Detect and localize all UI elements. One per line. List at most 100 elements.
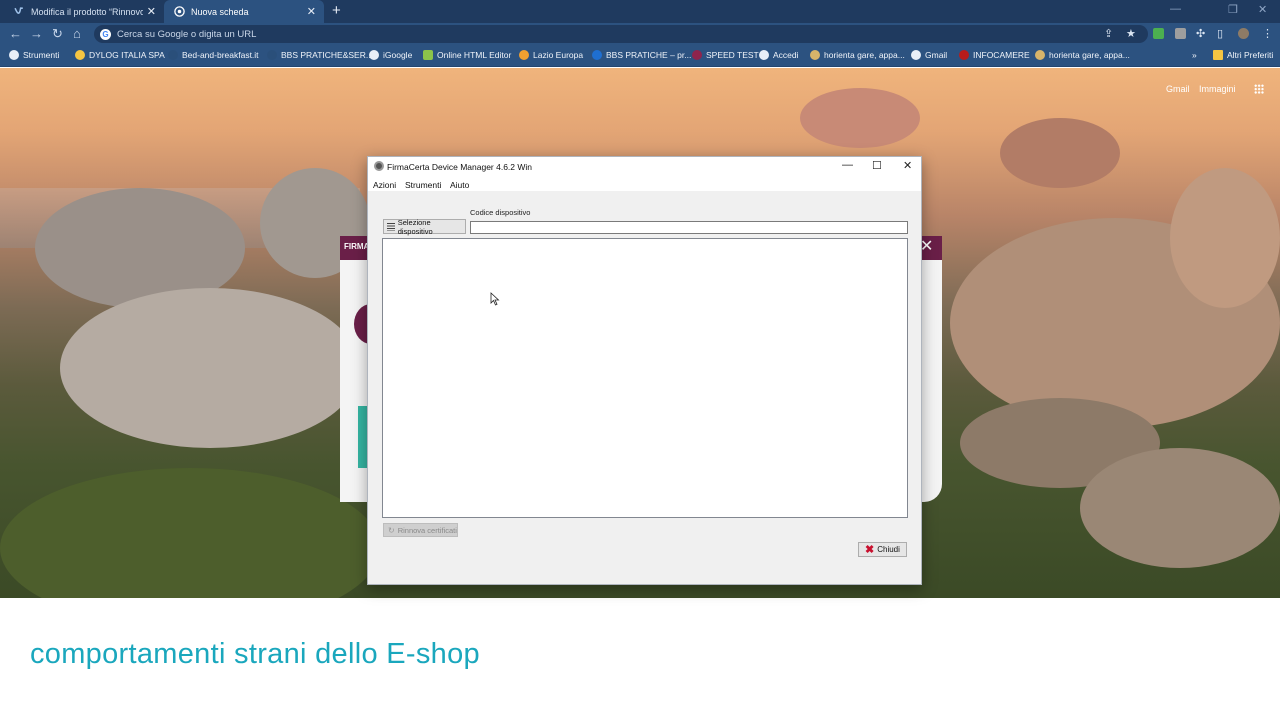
video-caption: comportamenti strani dello E-shop — [30, 638, 480, 671]
wordpress-icon — [14, 6, 25, 17]
rock-image — [1170, 168, 1280, 308]
close-x-icon: ✖ — [865, 545, 874, 555]
close-button[interactable]: ✖ Chiudi — [858, 542, 907, 557]
bookmark-icon — [1035, 50, 1045, 60]
app-icon — [374, 161, 384, 171]
bookmark-item[interactable]: SPEED TEST — [692, 50, 759, 60]
close-icon[interactable]: ✕ — [903, 159, 912, 172]
menu-azioni[interactable]: Azioni — [373, 180, 396, 190]
avatar[interactable] — [1238, 28, 1249, 39]
folder-icon — [1213, 50, 1223, 60]
bookmark-icon — [959, 50, 969, 60]
close-tab-icon[interactable]: ✕ — [147, 5, 156, 18]
bookmark-item[interactable]: DYLOG ITALIA SPA — [75, 50, 165, 60]
bookmark-icon — [519, 50, 529, 60]
chrome-icon — [174, 6, 185, 17]
bookmark-item[interactable]: Strumenti — [9, 50, 59, 60]
forward-icon[interactable]: → — [30, 26, 43, 41]
minimize-icon[interactable]: — — [842, 159, 853, 171]
extension-icon[interactable] — [1175, 28, 1186, 39]
bookmark-item[interactable]: horienta gare, appa... — [1035, 50, 1130, 60]
back-icon[interactable]: ← — [9, 26, 22, 41]
minimize-icon[interactable]: — — [1170, 3, 1181, 15]
bookmark-label: Accedi — [773, 50, 799, 60]
bookmark-label: Strumenti — [23, 50, 59, 60]
bookmark-item[interactable]: Lazio Europa — [519, 50, 583, 60]
puzzle-icon[interactable]: ✣ — [1196, 27, 1205, 40]
select-device-button[interactable]: Selezione dispositivo — [383, 219, 466, 234]
bookmark-item[interactable]: Gmail — [911, 50, 947, 60]
bookmarks-overflow[interactable]: » — [1192, 50, 1197, 60]
bookmark-label: BBS PRATICHE&SER... — [281, 50, 373, 60]
bookmark-label: Online HTML Editor — [437, 50, 511, 60]
bookmark-icon — [423, 50, 433, 60]
other-bookmarks[interactable]: Altri Preferiti — [1213, 50, 1273, 60]
bookmark-label: iGoogle — [383, 50, 412, 60]
bookmark-star-icon[interactable]: ★ — [1126, 27, 1136, 40]
rock-image — [60, 288, 360, 448]
close-tab-icon[interactable]: ✕ — [307, 5, 316, 18]
extension-icon[interactable] — [1153, 28, 1164, 39]
select-device-label: Selezione dispositivo — [398, 218, 465, 236]
rock-image — [1080, 448, 1280, 568]
address-bar[interactable]: G Cerca su Google o digita un URL — [94, 25, 1148, 43]
new-tab-button[interactable]: + — [332, 3, 341, 18]
share-icon[interactable]: ⇪ — [1104, 27, 1113, 40]
firmacerta-dialog: FirmaCerta Device Manager 4.6.2 Win — ☐ … — [367, 156, 922, 585]
bookmark-icon — [692, 50, 702, 60]
bookmark-item[interactable]: Online HTML Editor — [423, 50, 511, 60]
bookmark-label: horienta gare, appa... — [824, 50, 905, 60]
bookmark-label: Altri Preferiti — [1227, 50, 1273, 60]
web-modal-close-icon[interactable]: ✕ — [920, 236, 933, 256]
google-icon: G — [100, 29, 111, 40]
chevron-right-icon: » — [1192, 50, 1197, 60]
menu-strumenti[interactable]: Strumenti — [405, 180, 441, 190]
refresh-icon: ↻ — [388, 526, 395, 535]
bookmark-item[interactable]: BBS PRATICHE – pr... — [592, 50, 691, 60]
restore-icon[interactable]: ❐ — [1228, 3, 1238, 16]
mouse-cursor-icon — [490, 292, 500, 306]
close-label: Chiudi — [877, 545, 900, 554]
menu-aiuto[interactable]: Aiuto — [450, 180, 469, 190]
list-icon — [387, 223, 395, 231]
renew-certificates-button[interactable]: ↻ Rinnova certificati — [383, 523, 458, 537]
bookmark-label: BBS PRATICHE – pr... — [606, 50, 691, 60]
sidepanel-icon[interactable]: ▯ — [1217, 27, 1223, 40]
bookmark-label: Bed-and-breakfast.it — [182, 50, 259, 60]
maximize-icon[interactable]: ☐ — [872, 159, 882, 172]
menubar: Azioni Strumenti Aiuto — [368, 177, 921, 191]
reload-icon[interactable]: ↻ — [52, 26, 63, 41]
tab-modifica-prodotto[interactable]: Modifica il prodotto “Rinnovo- F ✕ — [4, 0, 164, 23]
web-modal-title: FIRMA — [344, 242, 369, 251]
bookmark-label: Lazio Europa — [533, 50, 583, 60]
gmail-link[interactable]: Gmail — [1166, 84, 1190, 94]
bookmark-item[interactable]: Accedi — [759, 50, 799, 60]
address-placeholder: Cerca su Google o digita un URL — [117, 29, 256, 40]
home-icon[interactable]: ⌂ — [73, 26, 81, 41]
bookmark-icon — [810, 50, 820, 60]
kebab-menu-icon[interactable]: ⋮ — [1262, 27, 1273, 40]
device-code-field[interactable] — [470, 221, 908, 234]
images-link[interactable]: Immagini — [1199, 84, 1236, 94]
bookmark-label: Gmail — [925, 50, 947, 60]
dialog-title: FirmaCerta Device Manager 4.6.2 Win — [387, 162, 532, 172]
bookmark-label: INFOCAMERE — [973, 50, 1030, 60]
bookmark-icon — [9, 50, 19, 60]
bookmark-item[interactable]: iGoogle — [369, 50, 412, 60]
apps-grid-icon[interactable] — [1254, 84, 1264, 94]
bookmark-label: horienta gare, appa... — [1049, 50, 1130, 60]
device-list[interactable] — [382, 238, 908, 518]
dialog-titlebar[interactable]: FirmaCerta Device Manager 4.6.2 Win — ☐ … — [368, 157, 921, 177]
bookmark-item[interactable]: BBS PRATICHE&SER... — [267, 50, 373, 60]
bookmark-item[interactable]: horienta gare, appa... — [810, 50, 905, 60]
close-window-icon[interactable]: ✕ — [1258, 3, 1267, 16]
tab-nuova-scheda[interactable]: Nuova scheda ✕ — [164, 0, 324, 23]
bookmark-item[interactable]: Bed-and-breakfast.it — [168, 50, 259, 60]
google-icon — [759, 50, 769, 60]
rock-image — [800, 88, 920, 148]
bookmark-item[interactable]: INFOCAMERE — [959, 50, 1030, 60]
browser-toolbar: ← → ↻ ⌂ G Cerca su Google o digita un UR… — [0, 23, 1280, 45]
vegetation-image — [0, 468, 380, 598]
bookmark-label: DYLOG ITALIA SPA — [89, 50, 165, 60]
bookmark-icon — [592, 50, 602, 60]
